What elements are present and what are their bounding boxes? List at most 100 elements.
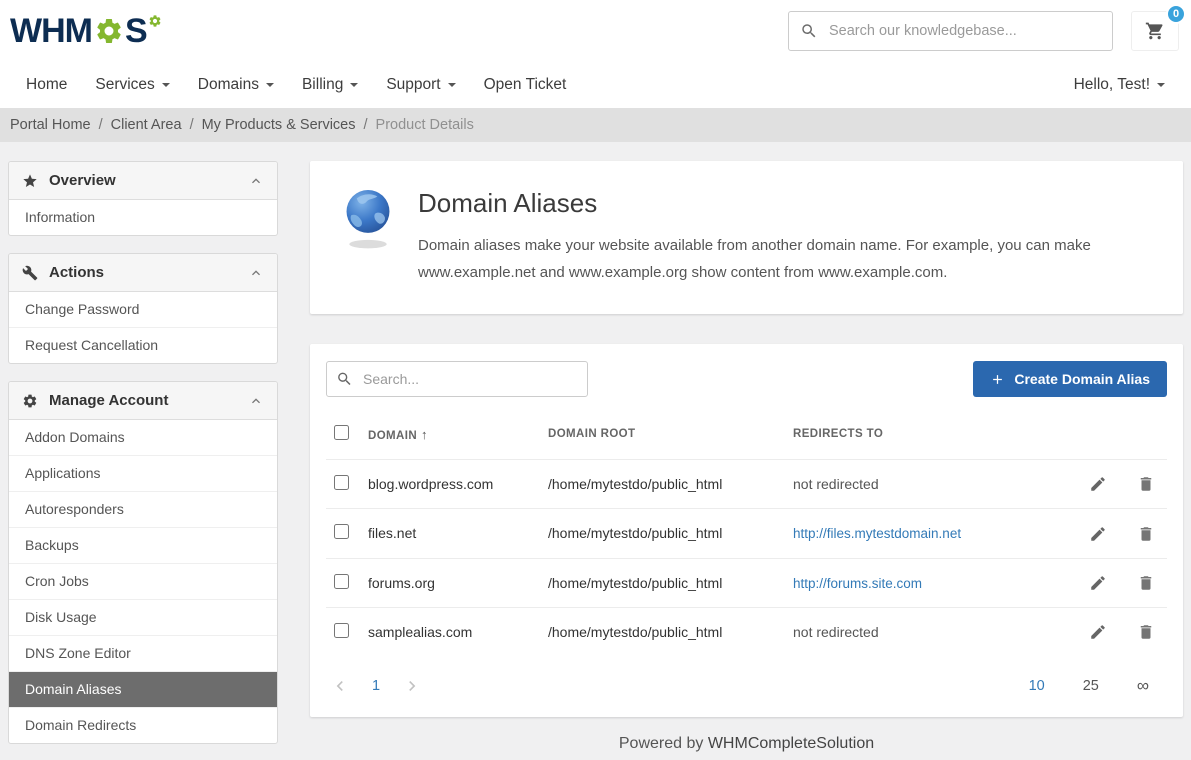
sidebar-item-backups[interactable]: Backups [9,528,277,564]
aliases-card: Create Domain Alias Domain ↑ Domain Root … [310,344,1183,717]
nav-home[interactable]: Home [12,62,81,108]
panel-manage-account-header[interactable]: Manage Account [9,382,277,420]
nav-services-label: Services [95,76,154,94]
redirect-link[interactable]: http://files.mytestdomain.net [793,526,961,541]
cell-domain-root: /home/mytestdo/public_html [540,509,785,558]
top-header: WHM S 0 [0,0,1191,62]
chevron-up-icon [248,393,264,409]
sidebar-item-dns-zone-editor[interactable]: DNS Zone Editor [9,636,277,672]
table-search-input[interactable] [326,361,588,397]
row-checkbox[interactable] [334,623,349,638]
nav-domains-label: Domains [198,76,259,94]
page-title: Domain Aliases [418,188,1153,219]
sidebar-item-addon-domains[interactable]: Addon Domains [9,420,277,456]
nav-open-ticket[interactable]: Open Ticket [470,62,581,108]
sidebar-item-domain-aliases[interactable]: Domain Aliases [9,672,277,708]
cell-domain: blog.wordpress.com [360,460,540,509]
nav-billing-label: Billing [302,76,343,94]
sidebar-item-cron-jobs[interactable]: Cron Jobs [9,564,277,600]
breadcrumb-client-area[interactable]: Client Area [111,117,182,133]
cell-redirect-status: not redirected [793,476,879,492]
wrench-icon [22,265,38,281]
row-checkbox[interactable] [334,524,349,539]
delete-button[interactable] [1137,574,1155,592]
page-size-unlimited[interactable]: ∞ [1137,676,1149,696]
table-row: forums.org /home/mytestdo/public_html ht… [326,558,1167,607]
page-number-1[interactable]: 1 [372,678,380,694]
sidebar-item-applications[interactable]: Applications [9,456,277,492]
column-header-domain-label: Domain [368,430,417,442]
cart-button[interactable]: 0 [1131,11,1179,51]
delete-button[interactable] [1137,525,1155,543]
cell-domain-root: /home/mytestdo/public_html [540,607,785,656]
breadcrumb-products-services[interactable]: My Products & Services [202,117,356,133]
panel-actions: Actions Change Password Request Cancella… [8,253,278,364]
redirect-link[interactable]: http://forums.site.com [793,576,922,591]
sidebar-item-request-cancellation[interactable]: Request Cancellation [9,328,277,363]
create-domain-alias-button[interactable]: Create Domain Alias [973,361,1167,397]
nav-home-label: Home [26,76,67,94]
sidebar-item-disk-usage[interactable]: Disk Usage [9,600,277,636]
caret-down-icon [350,83,358,87]
panel-actions-title: Actions [49,264,104,281]
edit-button[interactable] [1089,623,1107,641]
next-page-button[interactable] [402,676,422,696]
page-size-10[interactable]: 10 [1029,678,1045,694]
select-all-checkbox[interactable] [334,425,349,440]
delete-button[interactable] [1137,475,1155,493]
knowledgebase-search-input[interactable] [788,11,1113,51]
breadcrumb-portal-home[interactable]: Portal Home [10,117,91,133]
column-header-redirects-to[interactable]: Redirects To [785,409,1047,460]
row-checkbox[interactable] [334,574,349,589]
sidebar-item-change-password[interactable]: Change Password [9,292,277,328]
previous-page-button[interactable] [330,676,350,696]
page-size-25[interactable]: 25 [1083,678,1099,694]
page-size-options: 10 25 ∞ [1029,676,1163,696]
table-row: files.net /home/mytestdo/public_html htt… [326,509,1167,558]
panel-overview-header[interactable]: Overview [9,162,277,200]
table-search [326,361,588,397]
cell-domain: forums.org [360,558,540,607]
sidebar-item-autoresponders[interactable]: Autoresponders [9,492,277,528]
table-row: samplealias.com /home/mytestdo/public_ht… [326,607,1167,656]
search-icon [800,22,818,40]
knowledgebase-search [788,11,1113,51]
nav-domains[interactable]: Domains [184,62,288,108]
nav-open-ticket-label: Open Ticket [484,76,567,94]
nav-billing[interactable]: Billing [288,62,372,108]
edit-button[interactable] [1089,525,1107,543]
edit-button[interactable] [1089,475,1107,493]
whmcs-logo[interactable]: WHM S [10,14,162,48]
edit-button[interactable] [1089,574,1107,592]
main-nav: Home Services Domains Billing Support Op… [0,62,1191,108]
caret-down-icon [162,83,170,87]
column-header-domain-root[interactable]: Domain Root [540,409,785,460]
sidebar-item-information[interactable]: Information [9,200,277,235]
panel-actions-header[interactable]: Actions [9,254,277,292]
search-icon [336,371,353,388]
row-checkbox[interactable] [334,475,349,490]
sort-asc-icon: ↑ [421,427,428,442]
cart-count-badge: 0 [1166,4,1186,24]
delete-button[interactable] [1137,623,1155,641]
panel-overview-title: Overview [49,172,116,189]
sidebar-item-domain-redirects[interactable]: Domain Redirects [9,708,277,743]
content: Overview Information Actions [0,142,1191,760]
page-description: Domain aliases make your website availab… [418,232,1153,286]
caret-down-icon [448,83,456,87]
column-header-redirects-label: Redirects To [793,428,883,440]
nav-services[interactable]: Services [81,62,183,108]
logo-text-whm: WHM [10,14,92,48]
gear-small-icon [148,14,162,28]
aliases-table: Domain ↑ Domain Root Redirects To blog.wo… [326,409,1167,656]
nav-support[interactable]: Support [372,62,469,108]
cell-domain: samplealias.com [360,607,540,656]
gear-icon [94,16,124,46]
nav-support-label: Support [386,76,440,94]
caret-down-icon [266,83,274,87]
cart-icon [1145,21,1165,41]
user-menu[interactable]: Hello, Test! [1060,62,1179,108]
column-header-domain[interactable]: Domain ↑ [360,409,540,460]
footer-brand-link[interactable]: WHMCompleteSolution [708,735,874,752]
gear-icon [22,393,38,409]
